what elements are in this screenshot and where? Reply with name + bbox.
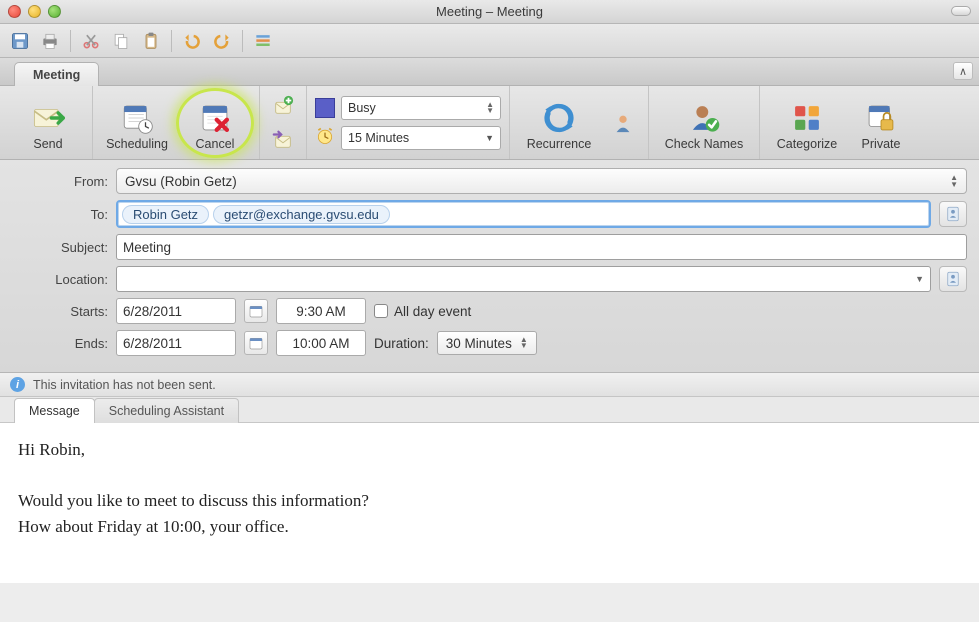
to-field[interactable]: Robin Getz getzr@exchange.gvsu.edu [116, 200, 931, 228]
to-chip[interactable]: getzr@exchange.gvsu.edu [213, 205, 390, 224]
copy-icon [111, 31, 131, 51]
undo-button[interactable] [178, 28, 206, 54]
location-label: Location: [12, 272, 108, 287]
info-icon: i [10, 377, 25, 392]
options-button[interactable] [249, 28, 277, 54]
ribbon: Send Scheduling Cancel Busy [0, 86, 979, 160]
address-book-icon [944, 205, 962, 223]
recurrence-label: Recurrence [527, 137, 592, 151]
clipboard-icon [141, 31, 161, 51]
categorize-button[interactable]: Categorize [768, 91, 846, 155]
cancel-label: Cancel [196, 137, 235, 151]
private-lock-icon [864, 101, 898, 135]
body-tab-message[interactable]: Message [14, 398, 95, 423]
all-day-checkbox[interactable]: All day event [374, 304, 471, 319]
person-map-icon [612, 112, 634, 134]
categorize-label: Categorize [777, 137, 837, 151]
redo-button[interactable] [208, 28, 236, 54]
forward-button[interactable] [268, 126, 298, 154]
recurrence-icon [542, 101, 576, 135]
send-button[interactable]: Send [12, 91, 84, 155]
print-button[interactable] [36, 28, 64, 54]
message-text: Hi Robin, Would you like to meet to disc… [18, 440, 369, 536]
to-chip[interactable]: Robin Getz [122, 205, 209, 224]
checkbox-icon [374, 304, 388, 318]
body-tabs: Message Scheduling Assistant [0, 397, 979, 423]
private-button[interactable]: Private [852, 91, 910, 155]
cancel-button[interactable]: Cancel [179, 91, 251, 155]
tab-meeting[interactable]: Meeting [14, 62, 99, 86]
cut-button[interactable] [77, 28, 105, 54]
calendar-icon [248, 303, 264, 319]
to-label: To: [12, 207, 108, 222]
busy-swatch-icon [315, 98, 335, 118]
from-value: Gvsu (Robin Getz) [125, 174, 237, 189]
ends-date-picker-button[interactable] [244, 331, 268, 355]
meeting-form: From: Gvsu (Robin Getz) ▲▼ To: Robin Get… [0, 160, 979, 373]
duration-label: Duration: [374, 336, 429, 351]
printer-icon [40, 31, 60, 51]
show-as-select[interactable]: Busy ▲▼ [341, 96, 501, 120]
ends-date-input[interactable]: 6/28/2011 [116, 330, 236, 356]
alarm-clock-icon [315, 126, 335, 149]
calendar-clock-icon [120, 101, 154, 135]
quick-access-toolbar [0, 24, 979, 58]
from-label: From: [12, 174, 108, 189]
all-day-label: All day event [394, 304, 471, 319]
starts-date-picker-button[interactable] [244, 299, 268, 323]
subject-label: Subject: [12, 240, 108, 255]
starts-label: Starts: [12, 304, 108, 319]
titlebar-pill[interactable] [951, 6, 971, 16]
send-label: Send [33, 137, 62, 151]
starts-time-input[interactable]: 9:30 AM [276, 298, 366, 324]
duration-value: 30 Minutes [446, 336, 512, 351]
info-bar: i This invitation has not been sent. [0, 373, 979, 397]
ribbon-collapse-button[interactable]: ∧ [953, 62, 973, 80]
categorize-icon [790, 101, 824, 135]
room-finder-button[interactable] [939, 266, 967, 292]
paste-button[interactable] [137, 28, 165, 54]
address-book-button[interactable] [939, 201, 967, 227]
time-zones-button[interactable] [606, 109, 640, 137]
duration-select[interactable]: 30 Minutes ▲▼ [437, 331, 537, 355]
envelope-send-icon [31, 101, 65, 135]
add-attendee-icon [272, 95, 294, 117]
calendar-icon [248, 335, 264, 351]
info-text: This invitation has not been sent. [33, 378, 216, 392]
subject-input[interactable]: Meeting [116, 234, 967, 260]
check-names-icon [687, 101, 721, 135]
subject-value: Meeting [123, 240, 171, 255]
private-label: Private [862, 137, 901, 151]
undo-icon [182, 31, 202, 51]
forward-envelope-icon [272, 129, 294, 151]
show-as-value: Busy [348, 101, 376, 115]
calendar-cancel-icon [198, 101, 232, 135]
ends-label: Ends: [12, 336, 108, 351]
scheduling-label: Scheduling [106, 137, 168, 151]
window-title: Meeting – Meeting [0, 4, 979, 19]
reminder-value: 15 Minutes [348, 131, 409, 145]
check-names-label: Check Names [665, 137, 744, 151]
titlebar: Meeting – Meeting [0, 0, 979, 24]
reminder-select[interactable]: 15 Minutes ▼ [341, 126, 501, 150]
starts-date-input[interactable]: 6/28/2011 [116, 298, 236, 324]
floppy-icon [10, 31, 30, 51]
invite-attendees-button[interactable] [268, 92, 298, 120]
scissors-icon [81, 31, 101, 51]
recurrence-button[interactable]: Recurrence [518, 91, 600, 155]
ribbon-tabstrip: Meeting ∧ [0, 58, 979, 86]
options-icon [253, 31, 273, 51]
message-body[interactable]: Hi Robin, Would you like to meet to disc… [0, 423, 979, 583]
save-button[interactable] [6, 28, 34, 54]
ends-time-input[interactable]: 10:00 AM [276, 330, 366, 356]
address-book-icon [944, 270, 962, 288]
check-names-button[interactable]: Check Names [657, 91, 751, 155]
body-tab-scheduling-assistant[interactable]: Scheduling Assistant [94, 398, 239, 423]
redo-icon [212, 31, 232, 51]
scheduling-button[interactable]: Scheduling [101, 91, 173, 155]
copy-button[interactable] [107, 28, 135, 54]
location-input[interactable]: ▼ [116, 266, 931, 292]
from-select[interactable]: Gvsu (Robin Getz) ▲▼ [116, 168, 967, 194]
